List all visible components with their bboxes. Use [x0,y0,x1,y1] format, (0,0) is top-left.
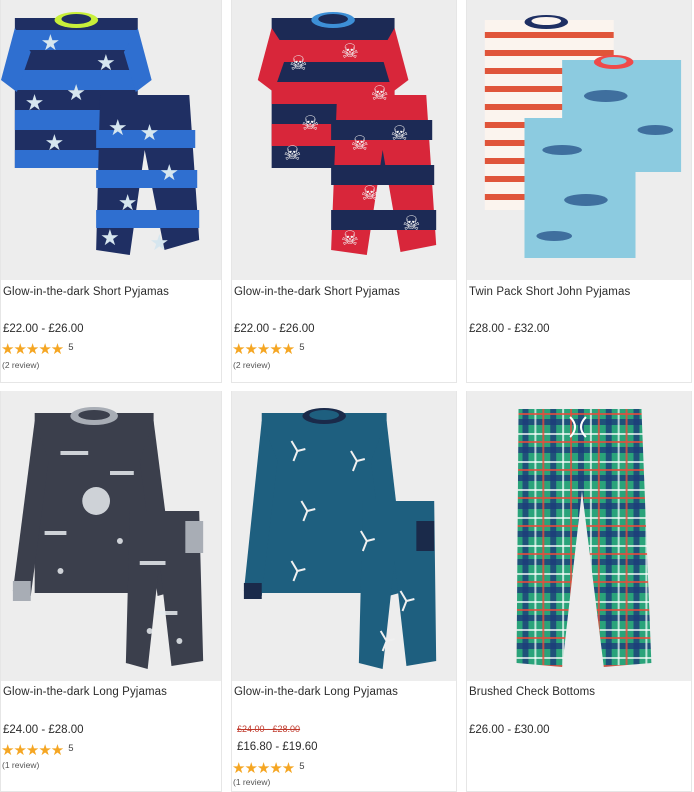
product-title[interactable]: Glow-in-the-dark Long Pyjamas [234,686,398,698]
svg-text:☠: ☠ [371,82,389,105]
svg-text:☠: ☠ [391,122,409,145]
svg-text:★: ★ [140,121,160,146]
product-grid: ★ ★ ★ ★ ★ ★ ★ ★ ★ ★ ★ Glow-in-the-dark Short … [0,0,694,792]
svg-text:★: ★ [96,51,116,76]
review-count[interactable]: (1 review) [2,760,39,770]
product-image[interactable]: ☠ ☠ ☠ ☠ ☠ ☠ ☠ ☠ ☠ ☠ [232,0,456,280]
svg-text:★: ★ [66,81,86,106]
star-rating-icon: ★★★★★ [1,341,64,358]
product-card[interactable]: Brushed Check Bottoms £26.00 - £30.00 [466,391,692,792]
star-rating-icon: ★★★★★ [232,760,295,777]
product-title[interactable]: Brushed Check Bottoms [469,686,595,698]
product-image[interactable] [467,391,691,681]
svg-text:★: ★ [150,231,170,256]
review-count[interactable]: (2 review) [233,360,270,370]
product-card[interactable]: ★ ★ ★ ★ ★ ★ ★ ★ ★ ★ ★ Glow-in-the-dark Short … [0,0,222,383]
svg-text:★: ★ [100,226,120,251]
svg-text:★: ★ [118,191,138,216]
svg-text:★: ★ [108,116,128,141]
star-rating-icon: ★★★★★ [232,341,295,358]
product-price: £22.00 - £26.00 [234,323,315,335]
product-image[interactable] [232,391,456,681]
product-card[interactable]: Glow-in-the-dark Long Pyjamas £24.00 - £… [231,391,457,792]
rating-score: 5 [68,743,74,754]
svg-text:☠: ☠ [284,142,302,165]
svg-text:☠: ☠ [301,112,319,135]
svg-text:☠: ☠ [351,132,369,155]
was-price: £24.00 - £28.00 [237,724,301,734]
product-rating: ★★★★★ 5 [232,761,305,776]
svg-text:★: ★ [45,131,65,156]
review-count[interactable]: (1 review) [233,777,270,787]
svg-text:★: ★ [160,161,180,186]
rating-score: 5 [299,761,305,772]
svg-text:★: ★ [41,31,61,56]
product-title[interactable]: Glow-in-the-dark Long Pyjamas [3,686,167,698]
product-rating: ★★★★★ 5 [1,342,74,357]
product-image[interactable]: ★ ★ ★ ★ ★ ★ ★ ★ ★ ★ ★ [1,0,221,280]
product-image[interactable] [467,0,691,280]
svg-text:☠: ☠ [289,52,307,75]
product-title[interactable]: Twin Pack Short John Pyjamas [469,286,630,298]
rating-score: 5 [68,342,74,353]
review-count[interactable]: (2 review) [2,360,39,370]
product-card[interactable]: Twin Pack Short John Pyjamas £28.00 - £3… [466,0,692,383]
svg-text:☠: ☠ [402,212,420,235]
svg-text:★: ★ [25,91,45,116]
product-image[interactable] [1,391,221,681]
product-card[interactable]: Glow-in-the-dark Long Pyjamas £24.00 - £… [0,391,222,792]
product-price: £28.00 - £32.00 [469,323,550,335]
product-rating: ★★★★★ 5 [1,743,74,758]
sale-price: £16.80 - £19.60 [237,741,318,753]
product-title[interactable]: Glow-in-the-dark Short Pyjamas [234,286,400,298]
product-title[interactable]: Glow-in-the-dark Short Pyjamas [3,286,169,298]
rating-score: 5 [299,342,305,353]
product-price: £26.00 - £30.00 [469,724,550,736]
svg-text:☠: ☠ [361,182,379,205]
product-card[interactable]: ☠ ☠ ☠ ☠ ☠ ☠ ☠ ☠ ☠ ☠ Glow-in-the-dark Short Py… [231,0,457,383]
product-price: £22.00 - £26.00 [3,323,84,335]
product-rating: ★★★★★ 5 [232,342,305,357]
star-rating-icon: ★★★★★ [1,742,64,759]
svg-text:☠: ☠ [341,227,359,250]
svg-text:☠: ☠ [341,40,359,63]
product-price: £24.00 - £28.00 [3,724,84,736]
